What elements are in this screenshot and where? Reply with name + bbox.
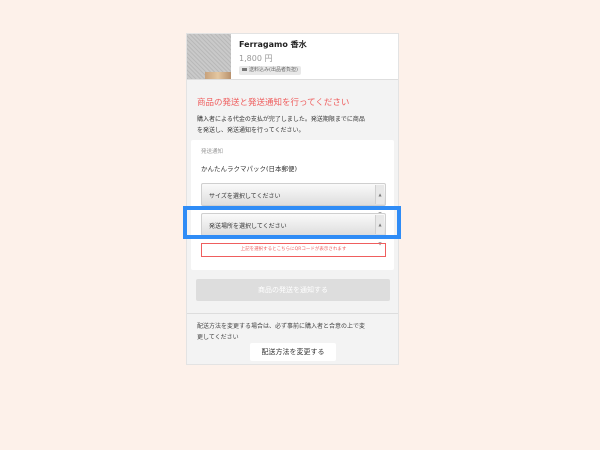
shipping-tag-label: 送料込み(出品者負担) <box>249 67 298 73</box>
change-method-note-line-1: 配送方法を変更する場合は、必ず事前に購入者と合意の上で変 <box>197 323 366 330</box>
notify-shipment-button[interactable]: 商品の発送を通知する <box>196 279 390 301</box>
shipping-method: かんたんラクマパック(日本郵便) <box>201 165 298 173</box>
change-shipping-method-button[interactable]: 配送方法を変更する <box>250 343 336 361</box>
shipment-form-label: 発送通知 <box>201 149 224 155</box>
product-title: Ferragamo 香水 <box>239 40 307 49</box>
shipping-tag: 送料込み(出品者負担) <box>239 66 301 75</box>
shipping-description: 購入者による代金の支払が完了しました。発送期限までに商品 を発送し、発送通知を行… <box>197 114 392 136</box>
package-size-select[interactable]: サイズを選択してください ▲▼ <box>201 183 386 216</box>
qr-code-notice: 上記を選択するとこちらにQRコードが表示されます <box>201 243 386 257</box>
shipping-heading: 商品の発送と発送通知を行ってください <box>197 98 350 108</box>
shipping-description-line-2: を発送し、発送通知を行ってください。 <box>197 127 305 134</box>
shipment-form-card: 発送通知 かんたんラクマパック(日本郵便) サイズを選択してください ▲▼ 発送… <box>191 140 394 270</box>
shipping-description-line-1: 購入者による代金の支払が完了しました。発送期限までに商品 <box>197 116 365 123</box>
change-method-note-line-2: 更してください <box>197 334 239 341</box>
product-image-detail <box>205 72 231 79</box>
change-method-note: 配送方法を変更する場合は、必ず事前に購入者と合意の上で変 更してください <box>197 321 392 343</box>
product-price: 1,800 円 <box>239 54 273 63</box>
truck-icon <box>242 68 247 71</box>
mobile-screen: Ferragamo 香水 1,800 円 送料込み(出品者負担) 商品の発送と発… <box>186 33 399 365</box>
section-divider <box>187 313 398 314</box>
highlight-box <box>183 206 401 239</box>
select-arrow-icon: ▲▼ <box>375 185 384 216</box>
package-size-select-text: サイズを選択してください <box>209 193 281 200</box>
product-thumbnail <box>187 34 231 79</box>
product-summary[interactable]: Ferragamo 香水 1,800 円 送料込み(出品者負担) <box>187 34 398 80</box>
